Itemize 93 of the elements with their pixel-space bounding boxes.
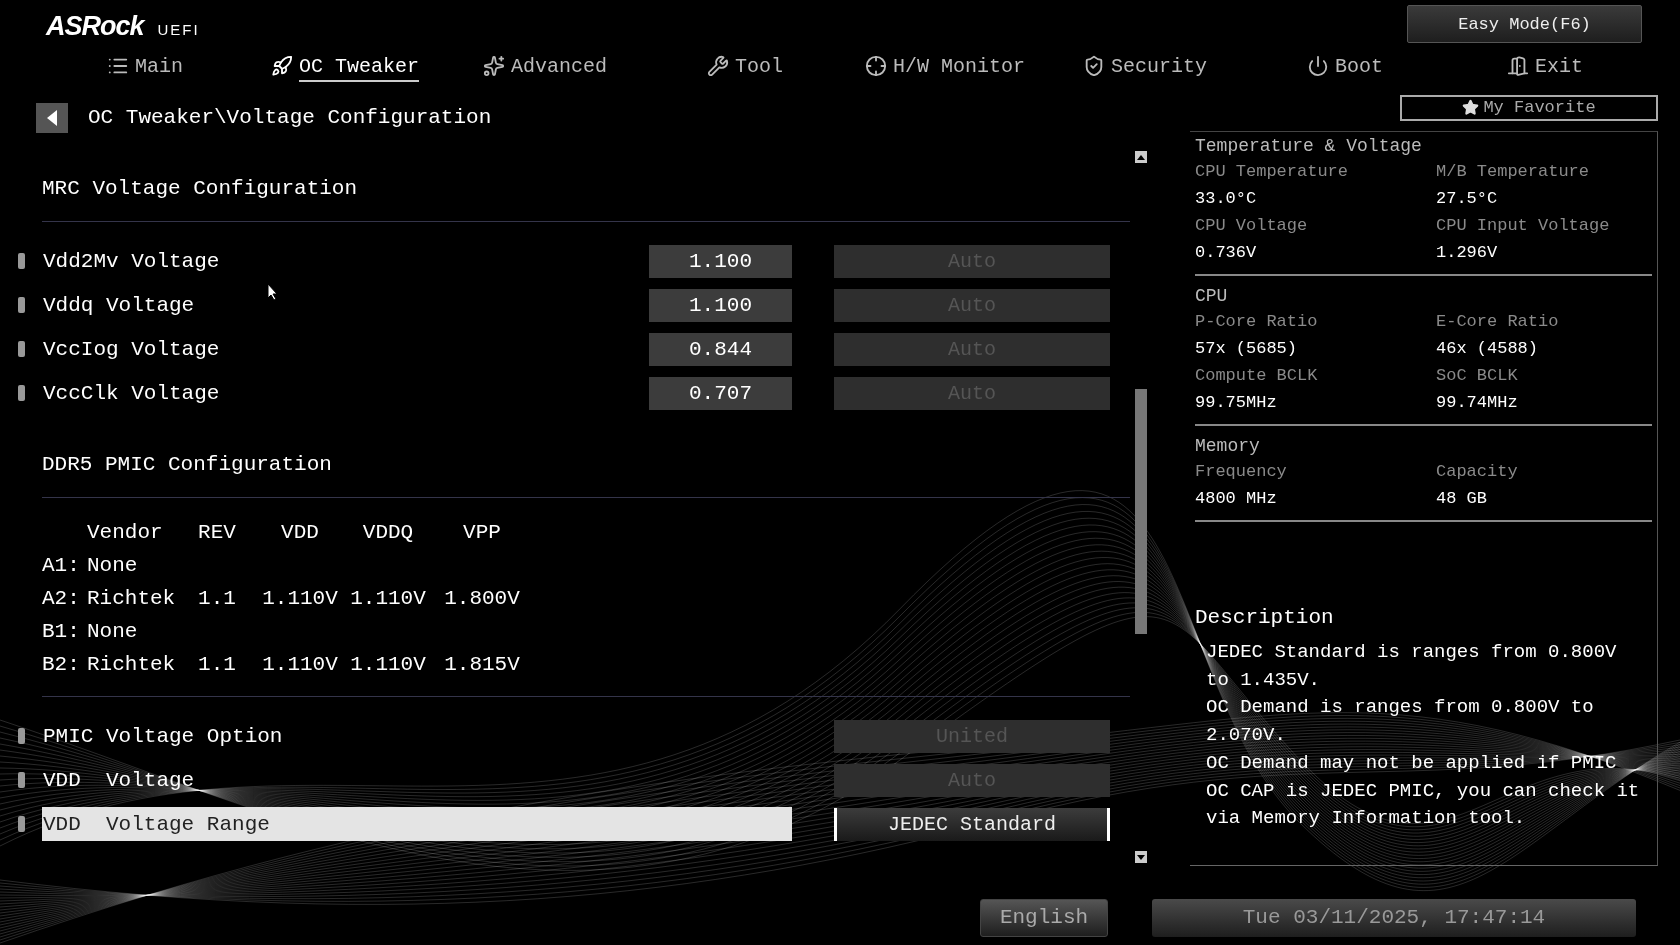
column-header: VDDQ <box>362 521 414 544</box>
slot-label: B1: <box>42 620 80 643</box>
shield-icon <box>1083 55 1105 77</box>
info-label: E-Core Ratio <box>1436 311 1560 333</box>
info-label: Frequency <box>1195 461 1288 483</box>
easy-mode-button[interactable]: Easy Mode(F6) <box>1407 5 1642 43</box>
crosshair-icon <box>865 55 887 77</box>
language-button[interactable]: English <box>980 898 1108 937</box>
setting-label: VccIog Voltage <box>42 337 220 361</box>
brand-logo: ASRock <box>46 11 144 42</box>
info-label: Compute BCLK <box>1195 365 1319 387</box>
scroll-up-icon[interactable] <box>1135 151 1147 163</box>
table-cell: 1.110V <box>262 587 338 610</box>
bullet-icon <box>18 772 25 788</box>
column-header: Vendor <box>87 521 163 544</box>
star-icon <box>483 55 505 77</box>
setting-label: VDD Voltage <box>42 768 195 792</box>
bullet-icon <box>18 816 25 832</box>
info-title: CPU <box>1195 285 1229 308</box>
setting-label: VDD Voltage Range <box>42 812 270 836</box>
table-cell: 1.110V <box>262 653 338 676</box>
info-label: P-Core Ratio <box>1195 311 1319 333</box>
nav-tab[interactable]: Boot <box>1245 46 1445 86</box>
info-label: CPU Input Voltage <box>1436 215 1611 237</box>
bullet-icon <box>18 341 25 357</box>
triangle-icon <box>46 109 58 126</box>
setting-label: PMIC Voltage Option <box>42 724 283 748</box>
info-value: 46x (4588) <box>1436 338 1540 360</box>
table-cell: None <box>87 554 138 577</box>
slot-label: A1: <box>42 554 80 577</box>
info-value: 1.296V <box>1436 242 1499 264</box>
favorite-button[interactable]: My Favorite <box>1400 94 1658 121</box>
rocket-icon <box>271 55 293 77</box>
info-value: 33.0°C <box>1195 188 1258 210</box>
table-cell: 1.815V <box>444 653 520 676</box>
info-title: Temperature & Voltage <box>1195 135 1423 158</box>
info-label: M/B Temperature <box>1436 161 1591 183</box>
description-text: JEDEC Standard is ranges from 0.800V to 1.435V. OC Demand is ranges from 0.800V to 2.070V. OC Demand may not be applied if PMIC OC CAP is JEDEC PMIC, you can check it via Memory Information tool. <box>1206 640 1641 832</box>
door-icon <box>1507 55 1529 77</box>
nav-tab[interactable]: Advanced <box>445 46 645 86</box>
info-value: 48 GB <box>1436 488 1488 510</box>
setting-label: VccClk Voltage <box>42 381 220 405</box>
bullet-icon <box>18 297 25 313</box>
date-time: Tue 03/11/2025, 17:47:14 <box>1152 898 1636 937</box>
scroll-down-icon[interactable] <box>1135 851 1147 863</box>
option-dropdown[interactable]: JEDEC Standard <box>834 807 1110 841</box>
wrench-icon <box>707 55 729 77</box>
column-header: VPP <box>463 521 501 544</box>
setting-highlight[interactable]: VDD Voltage Range <box>42 807 792 841</box>
column-header: VDD <box>281 521 319 544</box>
table-cell: 1.800V <box>444 587 520 610</box>
brand-suffix: UEFI <box>157 21 200 38</box>
table-cell: None <box>87 620 138 643</box>
info-value: 99.74MHz <box>1436 392 1519 414</box>
info-title: Memory <box>1195 435 1261 458</box>
section-heading: MRC Voltage Configuration <box>42 177 1130 222</box>
section-heading: DDR5 PMIC Configuration <box>42 453 1130 498</box>
slot-label: A2: <box>42 587 80 610</box>
back-button[interactable] <box>36 102 68 133</box>
info-label: SoC BCLK <box>1436 365 1519 387</box>
info-value: 57x (5685) <box>1195 338 1299 360</box>
bullet-icon <box>18 728 25 744</box>
nav-tab[interactable]: Exit <box>1445 46 1645 86</box>
power-icon <box>1307 55 1329 77</box>
setting-label: Vddq Voltage <box>42 293 195 317</box>
info-label: CPU Voltage <box>1195 215 1309 237</box>
table-cell: 1.110V <box>350 653 426 676</box>
table-cell: 1.1 <box>198 587 236 610</box>
column-header: REV <box>198 521 236 544</box>
info-label: Capacity <box>1436 461 1519 483</box>
info-value: 27.5°C <box>1436 188 1499 210</box>
pointer-icon <box>267 283 279 301</box>
star-icon <box>1462 99 1480 116</box>
nav-tab[interactable]: H/W Monitor <box>845 46 1045 86</box>
nav-tab[interactable]: OC Tweaker <box>245 46 445 86</box>
table-cell: Richtek <box>87 587 176 610</box>
scrollbar-thumb[interactable] <box>1135 389 1147 634</box>
info-value: 99.75MHz <box>1195 392 1278 414</box>
description-title: Description <box>1195 606 1335 629</box>
nav-tab[interactable]: Main <box>45 46 245 86</box>
table-cell: 1.110V <box>350 587 426 610</box>
info-label: CPU Temperature <box>1195 161 1350 183</box>
info-value: 4800 MHz <box>1195 488 1278 510</box>
bullet-icon <box>18 253 25 269</box>
table-cell: Richtek <box>87 653 176 676</box>
slot-label: B2: <box>42 653 80 676</box>
table-cell: 1.1 <box>198 653 236 676</box>
nav-tab[interactable]: Tool <box>645 46 845 86</box>
info-value: 0.736V <box>1195 242 1258 264</box>
setting-label: Vdd2Mv Voltage <box>42 249 220 273</box>
breadcrumb: OC Tweaker\Voltage Configuration <box>88 106 492 129</box>
nav-tab[interactable]: Security <box>1045 46 1245 86</box>
bullet-icon <box>18 385 25 401</box>
